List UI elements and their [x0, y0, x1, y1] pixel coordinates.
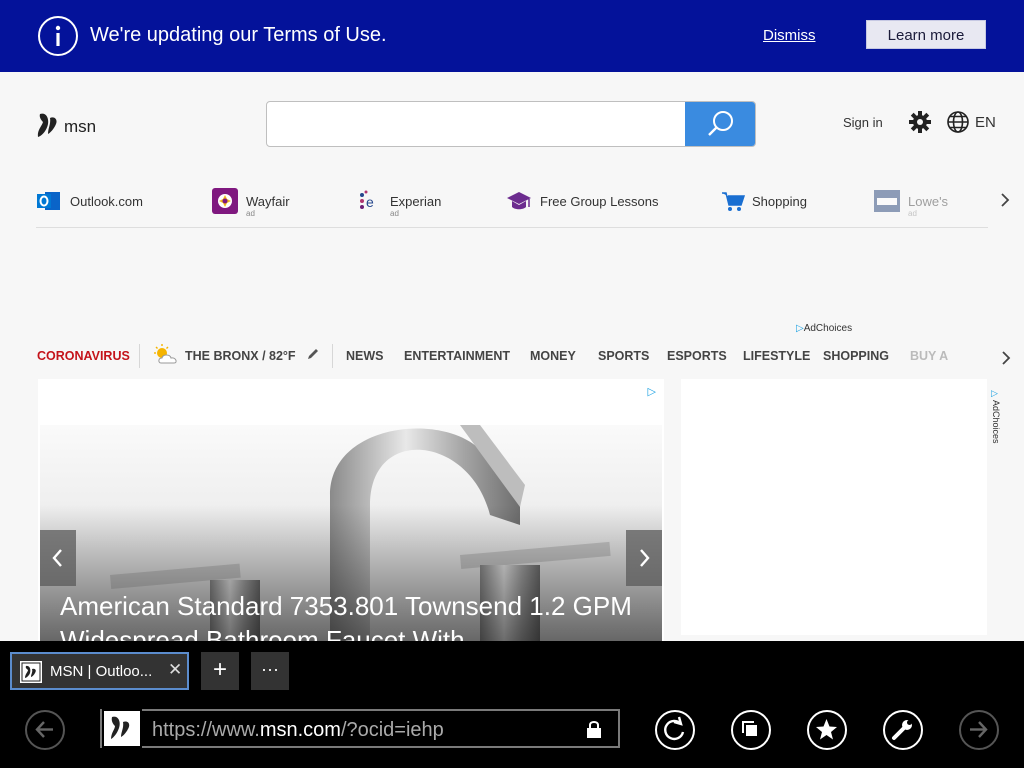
nav-entertainment[interactable]: ENTERTAINMENT — [404, 349, 510, 363]
adchoices-label[interactable]: ▷AdChoices — [796, 323, 852, 334]
quick-links-bar: Outlook.com Wayfair ad e Experian ad Fre… — [36, 186, 988, 228]
adchoices-text: AdChoices — [803, 323, 853, 334]
quick-link-label: Shopping — [752, 194, 807, 209]
nav-divider — [332, 344, 333, 368]
wayfair-icon — [212, 188, 238, 214]
ad-label: ad — [908, 209, 917, 218]
quick-link-wayfair[interactable]: Wayfair ad — [212, 186, 322, 220]
nav-divider — [139, 344, 140, 368]
sign-in-link[interactable]: Sign in — [843, 115, 883, 130]
arrow-left-icon — [35, 721, 53, 738]
close-tab-icon[interactable]: ✕ — [168, 660, 182, 680]
adchoices-icon[interactable]: ▷ — [648, 385, 656, 398]
nav-news[interactable]: NEWS — [346, 349, 384, 363]
graduation-cap-icon — [507, 192, 531, 210]
msn-butterfly-icon — [37, 113, 57, 137]
lowes-icon — [874, 190, 900, 212]
svg-text:e: e — [366, 194, 374, 210]
star-icon — [816, 719, 837, 740]
globe-icon[interactable] — [946, 110, 970, 134]
learn-more-button[interactable]: Learn more — [866, 20, 986, 49]
ad-label: ad — [390, 209, 399, 218]
favorites-button[interactable] — [807, 710, 847, 750]
hero-title[interactable]: American Standard 7353.801 Townsend 1.2 … — [60, 589, 650, 641]
browser-tab[interactable]: MSN | Outloo... ✕ — [10, 652, 189, 690]
msn-favicon — [20, 661, 42, 683]
adchoices-vertical-label[interactable]: ▷ AdChoices — [990, 388, 1002, 448]
search-input[interactable] — [267, 102, 685, 146]
search-box[interactable] — [266, 101, 756, 147]
browser-chrome: MSN | Outloo... ✕ + ··· https://www.msn.… — [0, 641, 1024, 768]
chevron-left-icon — [52, 549, 62, 567]
quick-link-label: Wayfair — [246, 194, 290, 209]
search-icon — [708, 111, 733, 136]
info-icon — [38, 16, 78, 56]
adchoices-icon: ▷ — [796, 323, 804, 334]
ad-label: ad — [246, 209, 255, 218]
url-domain: msn.com — [259, 719, 341, 741]
back-button[interactable] — [25, 710, 65, 750]
carousel-next-button[interactable] — [626, 530, 662, 586]
dismiss-link[interactable]: Dismiss — [763, 27, 816, 44]
quick-link-outlook[interactable]: Outlook.com — [36, 186, 156, 220]
nav-coronavirus[interactable]: CORONAVIRUS — [37, 349, 130, 363]
nav-lifestyle[interactable]: LIFESTYLE — [743, 349, 810, 363]
forward-button[interactable] — [959, 710, 999, 750]
nav-weather[interactable]: THE BRONX / 82°F — [185, 349, 296, 363]
quick-link-experian[interactable]: e Experian ad — [356, 186, 476, 220]
edit-pencil-icon[interactable] — [306, 347, 320, 361]
banner-message: We're updating our Terms of Use. — [90, 24, 387, 46]
nav-sports[interactable]: SPORTS — [598, 349, 649, 363]
tab-more-button[interactable]: ··· — [251, 652, 289, 690]
quick-link-shopping[interactable]: Shopping — [720, 186, 830, 220]
quick-link-label: Lowe's — [908, 194, 949, 209]
tools-button[interactable] — [883, 710, 923, 750]
wrench-icon — [892, 720, 912, 740]
svg-text:AdChoices: AdChoices — [991, 400, 1001, 444]
svg-text:▷: ▷ — [991, 388, 998, 398]
new-tab-button[interactable]: + — [201, 652, 239, 690]
quick-link-label: Outlook.com — [70, 194, 143, 209]
quick-link-label: Experian — [390, 194, 442, 209]
hero-card[interactable]: ▷ American Standard 7353.801 Townsend 1.… — [38, 379, 664, 641]
refresh-icon — [664, 716, 685, 741]
experian-icon: e — [360, 190, 374, 210]
logo-text: msn — [64, 117, 97, 136]
msn-favicon — [102, 709, 142, 748]
nav-esports[interactable]: ESPORTS — [667, 349, 727, 363]
nav-shopping[interactable]: SHOPPING — [823, 349, 889, 363]
nav-money[interactable]: MONEY — [530, 349, 576, 363]
url-prefix: https://www. — [152, 719, 260, 741]
tabs-button[interactable] — [731, 710, 771, 750]
terms-banner: We're updating our Terms of Use. Dismiss… — [0, 0, 1024, 72]
gear-icon[interactable] — [908, 110, 932, 134]
url-path: /?ocid=iehp — [340, 719, 444, 741]
carousel-prev-button[interactable] — [40, 530, 76, 586]
tabs-icon — [742, 721, 757, 736]
partly-sunny-icon — [154, 344, 177, 364]
chevron-right-icon[interactable] — [999, 348, 1013, 368]
quick-link-lowes[interactable]: Lowe's ad — [874, 186, 964, 220]
language-selector[interactable]: EN — [975, 114, 996, 131]
outlook-icon — [37, 192, 60, 210]
nav-buy-a[interactable]: BUY A — [910, 349, 948, 363]
url-text[interactable]: https://www.msn.com/?ocid=iehp — [152, 719, 444, 742]
search-button[interactable] — [685, 102, 755, 146]
refresh-button[interactable] — [655, 710, 695, 750]
tab-title: MSN | Outloo... — [50, 663, 153, 680]
msn-logo[interactable]: msn — [36, 108, 116, 142]
side-ad[interactable] — [681, 379, 987, 635]
arrow-right-icon — [970, 721, 988, 738]
lock-icon — [587, 721, 601, 738]
quick-link-free-group-lessons[interactable]: Free Group Lessons — [506, 186, 676, 220]
chevron-right-icon[interactable] — [997, 190, 1013, 210]
category-nav: CORONAVIRUS THE BRONX / 82°F NEWS ENTERT… — [36, 342, 956, 370]
address-bar[interactable]: https://www.msn.com/?ocid=iehp — [100, 709, 620, 748]
quick-link-label: Free Group Lessons — [540, 194, 659, 209]
chevron-right-icon — [640, 549, 650, 567]
shopping-cart-icon — [722, 192, 746, 211]
